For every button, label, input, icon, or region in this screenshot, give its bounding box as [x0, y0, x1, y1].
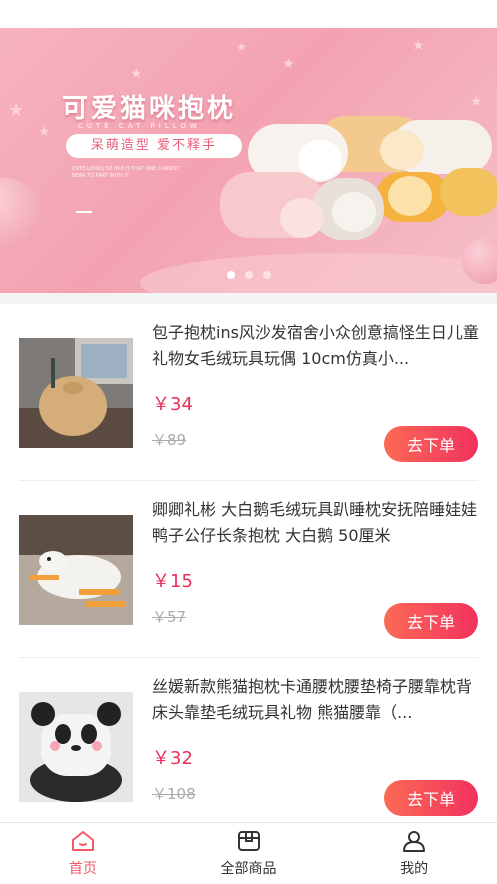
carousel-indicator: [0, 264, 497, 283]
product-name[interactable]: 包子抱枕ins风沙发宿舍小众创意搞怪生日儿童礼物女毛绒玩具玩偶 10cm仿真小.…: [152, 320, 482, 372]
decor-ball: [0, 178, 42, 250]
product-price: ￥15: [152, 571, 193, 592]
star-icon: ★: [236, 40, 247, 54]
section-divider: [0, 293, 497, 304]
star-icon: ★: [282, 56, 295, 72]
star-icon: ★: [412, 38, 425, 54]
cat-face-image: [388, 176, 432, 216]
cat-pillow-image: [440, 168, 497, 216]
bottom-tab-bar: 首页 全部商品 我的: [0, 822, 497, 884]
order-button[interactable]: 去下单: [384, 603, 478, 639]
banner-subtitle: CUTE CAT PILLOW: [78, 122, 201, 130]
product-price: ￥32: [152, 748, 193, 769]
promo-banner[interactable]: ★ ★ ★ ★ ★ ★ ★ 可爱猫咪抱枕 CUTE CAT PILLOW 呆萌造…: [0, 28, 497, 293]
banner-divider: [76, 211, 92, 213]
product-list: 包子抱枕ins风沙发宿舍小众创意搞怪生日儿童礼物女毛绒玩具玩偶 10cm仿真小.…: [0, 304, 497, 835]
star-icon: ★: [38, 124, 51, 140]
product-name[interactable]: 卿卿礼彬 大白鹅毛绒玩具趴睡枕安抚陪睡娃娃鸭子公仔长条抱枕 大白鹅 50厘米: [152, 497, 482, 549]
carousel-dot[interactable]: [244, 271, 253, 279]
tab-label: 首页: [68, 861, 97, 877]
star-icon: ★: [130, 66, 143, 82]
cat-face-image: [280, 198, 324, 238]
product-image[interactable]: [19, 338, 133, 448]
product-image[interactable]: [19, 692, 133, 802]
product-original-price: ￥108: [152, 785, 196, 803]
carousel-dot[interactable]: [262, 271, 271, 279]
box-icon: [237, 831, 260, 851]
banner-description: CUTE LOOKS SO MUCH THAT ONE CANNOT BEAR …: [72, 166, 180, 179]
tab-all-products[interactable]: 全部商品: [166, 823, 332, 884]
cat-face-image: [298, 140, 342, 180]
status-bar: [0, 0, 497, 28]
tab-home[interactable]: 首页: [0, 823, 166, 884]
product-original-price: ￥57: [152, 608, 187, 626]
banner-slogan: 呆萌造型 爱不释手: [66, 134, 242, 158]
order-button[interactable]: 去下单: [384, 780, 478, 816]
star-icon: ★: [8, 100, 25, 121]
carousel-dot[interactable]: [226, 271, 235, 279]
tab-label: 我的: [400, 861, 429, 877]
product-item[interactable]: 包子抱枕ins风沙发宿舍小众创意搞怪生日儿童礼物女毛绒玩具玩偶 10cm仿真小.…: [19, 304, 479, 481]
cat-face-image: [332, 192, 376, 232]
star-icon: ★: [470, 94, 483, 110]
user-icon: [403, 831, 426, 852]
product-image[interactable]: [19, 515, 133, 625]
product-item[interactable]: 卿卿礼彬 大白鹅毛绒玩具趴睡枕安抚陪睡娃娃鸭子公仔长条抱枕 大白鹅 50厘米 ￥…: [19, 481, 478, 658]
cat-face-image: [380, 130, 424, 170]
tab-label: 全部商品: [220, 861, 277, 877]
product-item[interactable]: 丝媛新款熊猫抱枕卡通腰枕腰垫椅子腰靠枕背床头靠垫毛绒玩具礼物 熊猫腰靠（... …: [19, 658, 478, 835]
product-original-price: ￥89: [152, 431, 187, 449]
product-price: ￥34: [152, 394, 193, 415]
tab-mine[interactable]: 我的: [331, 823, 497, 884]
order-button[interactable]: 去下单: [384, 426, 478, 462]
home-icon: [71, 831, 94, 851]
product-name[interactable]: 丝媛新款熊猫抱枕卡通腰枕腰垫椅子腰靠枕背床头靠垫毛绒玩具礼物 熊猫腰靠（...: [152, 674, 482, 726]
banner-title: 可爱猫咪抱枕: [62, 94, 237, 124]
